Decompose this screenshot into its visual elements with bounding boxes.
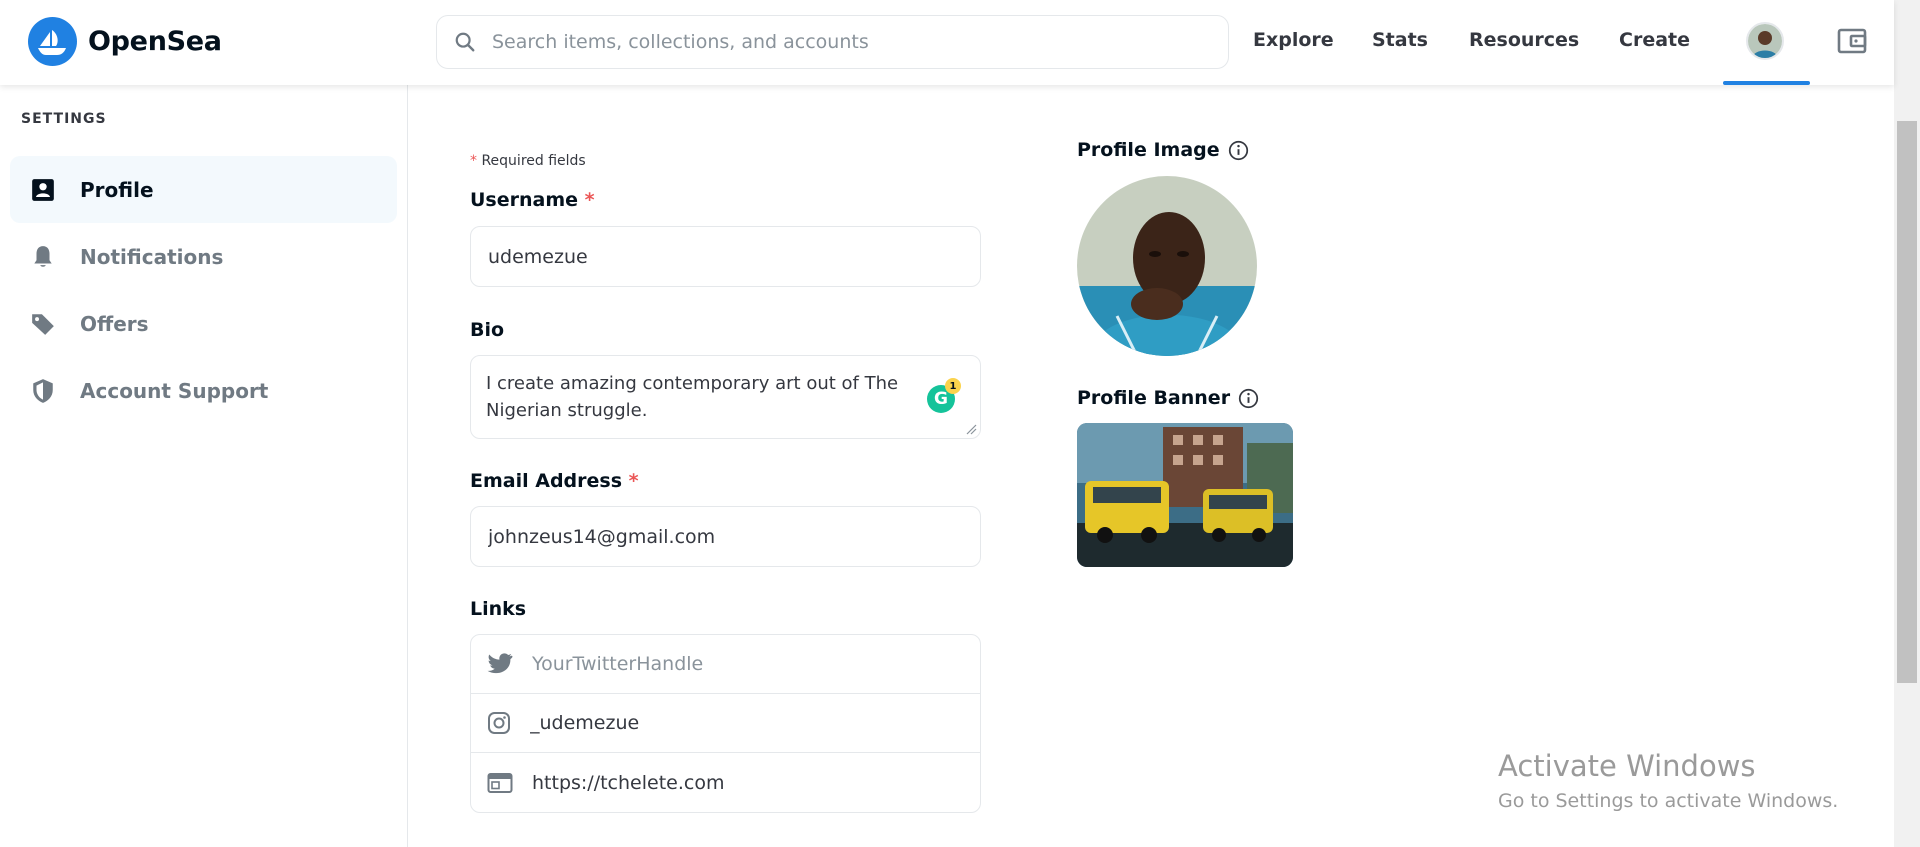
nav-create[interactable]: Create — [1619, 29, 1690, 51]
settings-sidebar: SETTINGS Profile Notifications Offers Ac… — [0, 85, 408, 847]
sidebar-item-label: Notifications — [80, 244, 224, 269]
website-input[interactable] — [532, 771, 952, 794]
required-fields-note: * Required fields — [470, 153, 586, 169]
info-icon[interactable] — [1228, 140, 1249, 161]
profile-banner-label: Profile Banner — [1077, 387, 1259, 409]
scrollbar-thumb[interactable] — [1897, 121, 1917, 683]
sidebar-item-profile[interactable]: Profile — [10, 156, 397, 223]
shield-icon — [33, 378, 53, 403]
username-input[interactable] — [488, 245, 958, 268]
nav-stats[interactable]: Stats — [1372, 29, 1428, 51]
twitter-icon — [487, 653, 513, 674]
wallet-icon — [1837, 28, 1867, 54]
email-input[interactable] — [488, 525, 958, 548]
info-icon[interactable] — [1238, 388, 1259, 409]
profile-image-label: Profile Image — [1077, 139, 1249, 161]
profile-banner[interactable] — [1077, 423, 1293, 567]
bio-textarea[interactable]: I create amazing contemporary art out of… — [470, 355, 981, 439]
instagram-icon — [488, 712, 510, 734]
resize-handle-icon[interactable] — [965, 423, 977, 435]
sidebar-item-account-support[interactable]: Account Support — [10, 357, 397, 424]
bio-label: Bio — [470, 319, 505, 341]
profile-photo — [1077, 176, 1257, 356]
sidebar-heading: SETTINGS — [21, 111, 107, 127]
twitter-link-row[interactable] — [471, 635, 980, 694]
activate-windows-subtitle: Go to Settings to activate Windows. — [1498, 790, 1839, 812]
brand-name: OpenSea — [88, 26, 222, 57]
opensea-logo[interactable]: OpenSea — [28, 17, 222, 66]
activate-windows-title: Activate Windows — [1498, 749, 1756, 783]
search-icon — [455, 32, 475, 52]
links-group — [470, 634, 981, 813]
username-label: Username * — [470, 189, 595, 211]
sidebar-item-label: Offers — [80, 311, 149, 336]
sidebar-item-label: Account Support — [80, 378, 269, 403]
sidebar-item-label: Profile — [80, 177, 154, 202]
instagram-input[interactable] — [530, 712, 950, 734]
profile-card-icon — [32, 178, 54, 201]
links-label: Links — [470, 598, 527, 620]
banner-photo — [1077, 423, 1293, 567]
search-input[interactable] — [492, 31, 1192, 53]
bell-icon — [34, 245, 52, 267]
username-field[interactable] — [470, 226, 981, 287]
search-bar[interactable] — [436, 15, 1229, 69]
website-icon — [487, 772, 513, 793]
twitter-input[interactable] — [532, 653, 952, 675]
user-avatar-button[interactable] — [1746, 22, 1784, 60]
profile-image[interactable] — [1077, 176, 1257, 356]
grammarly-count-badge: 1 — [945, 378, 961, 394]
sidebar-item-offers[interactable]: Offers — [10, 290, 397, 357]
avatar — [1748, 24, 1782, 58]
top-header: OpenSea Explore Stats Resources Create — [0, 0, 1894, 85]
tag-icon — [32, 313, 54, 335]
nav-resources[interactable]: Resources — [1469, 29, 1579, 51]
wallet-button[interactable] — [1836, 25, 1868, 57]
instagram-link-row[interactable] — [471, 694, 980, 753]
opensea-ship-icon — [28, 17, 77, 66]
nav-explore[interactable]: Explore — [1253, 29, 1334, 51]
email-field[interactable] — [470, 506, 981, 567]
active-nav-indicator — [1723, 81, 1810, 85]
website-link-row[interactable] — [471, 753, 980, 812]
sidebar-item-notifications[interactable]: Notifications — [10, 223, 397, 290]
email-label: Email Address * — [470, 470, 639, 492]
